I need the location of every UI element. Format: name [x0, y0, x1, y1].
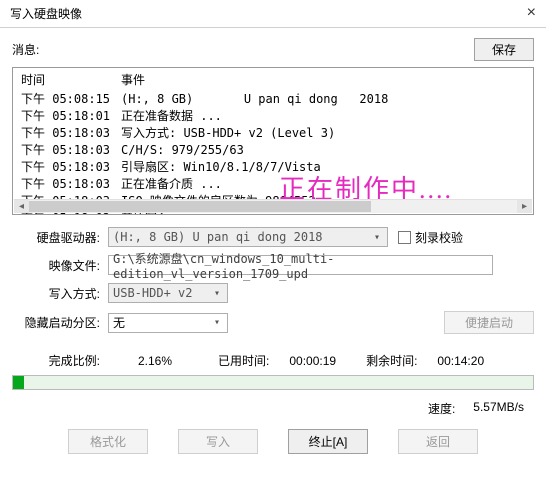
log-row: 下午 05:18:03引导扇区: Win10/8.1/8/7/Vista [21, 159, 525, 176]
window-title: 写入硬盘映像 [10, 5, 82, 22]
write-mode-select[interactable]: USB-HDD+ v2 ▾ [108, 283, 228, 303]
hidden-select[interactable]: 无 ▾ [108, 313, 228, 333]
speed-label: 速度: [428, 400, 455, 417]
elapsed-label: 已用时间: [218, 352, 269, 369]
save-button[interactable]: 保存 [474, 38, 534, 61]
log-row: 下午 05:18:03C/H/S: 979/255/63 [21, 142, 525, 159]
remain-value: 00:14:20 [437, 354, 484, 368]
log-box: 时间 事件 下午 05:08:15(H:, 8 GB) U pan qi don… [12, 67, 534, 215]
verify-checkbox[interactable]: 刻录校验 [398, 229, 463, 246]
chevron-down-icon: ▾ [209, 286, 225, 300]
checkbox-box-icon [398, 231, 411, 244]
speed-value: 5.57MB/s [473, 400, 524, 417]
format-button: 格式化 [68, 429, 148, 454]
percent-label: 完成比例: [12, 352, 108, 369]
close-icon[interactable]: × [527, 4, 536, 22]
drive-select[interactable]: (H:, 8 GB) U pan qi dong 2018 ▾ [108, 227, 388, 247]
message-label: 消息: [12, 41, 39, 58]
write-mode-value: USB-HDD+ v2 [113, 286, 192, 300]
image-label: 映像文件: [12, 257, 108, 274]
image-path-value: G:\系统源盘\cn_windows_10_multi-edition_vl_v… [113, 250, 488, 281]
progress-bar [12, 375, 534, 390]
log-table: 下午 05:08:15(H:, 8 GB) U pan qi dong 2018… [13, 91, 533, 215]
image-path-input[interactable]: G:\系统源盘\cn_windows_10_multi-edition_vl_v… [108, 255, 493, 275]
progress-fill [13, 376, 24, 389]
log-row: 下午 05:08:15(H:, 8 GB) U pan qi dong 2018 [21, 91, 525, 108]
scroll-right-icon[interactable]: ▸ [517, 200, 532, 213]
scroll-left-icon[interactable]: ◂ [14, 200, 29, 213]
percent-value: 2.16% [138, 354, 188, 368]
back-button: 返回 [398, 429, 478, 454]
chevron-down-icon: ▾ [209, 316, 225, 330]
content-area: 消息: 保存 时间 事件 下午 05:08:15(H:, 8 GB) U pan… [0, 28, 546, 462]
chevron-down-icon: ▾ [369, 230, 385, 244]
abort-button[interactable]: 终止[A] [288, 429, 368, 454]
write-mode-label: 写入方式: [12, 285, 108, 302]
log-row: 下午 05:18:03正在准备介质 ... [21, 176, 525, 193]
log-header-time: 时间 [21, 71, 121, 88]
quickboot-button: 便捷启动 [444, 311, 534, 334]
hidden-label: 隐藏启动分区: [12, 314, 108, 331]
log-row: 下午 05:18:03写入方式: USB-HDD+ v2 (Level 3) [21, 125, 525, 142]
drive-select-value: (H:, 8 GB) U pan qi dong 2018 [113, 230, 323, 244]
scroll-track[interactable] [29, 200, 517, 213]
log-header-event: 事件 [121, 71, 525, 88]
titlebar: 写入硬盘映像 × [0, 0, 546, 28]
verify-label: 刻录校验 [415, 229, 463, 246]
hidden-value: 无 [113, 314, 125, 331]
elapsed-value: 00:00:19 [289, 354, 336, 368]
log-row: 下午 05:18:01正在准备数据 ... [21, 108, 525, 125]
scroll-thumb[interactable] [29, 201, 371, 212]
horizontal-scrollbar[interactable]: ◂ ▸ [14, 199, 532, 213]
remain-label: 剩余时间: [366, 352, 417, 369]
drive-label: 硬盘驱动器: [12, 229, 108, 246]
write-button: 写入 [178, 429, 258, 454]
